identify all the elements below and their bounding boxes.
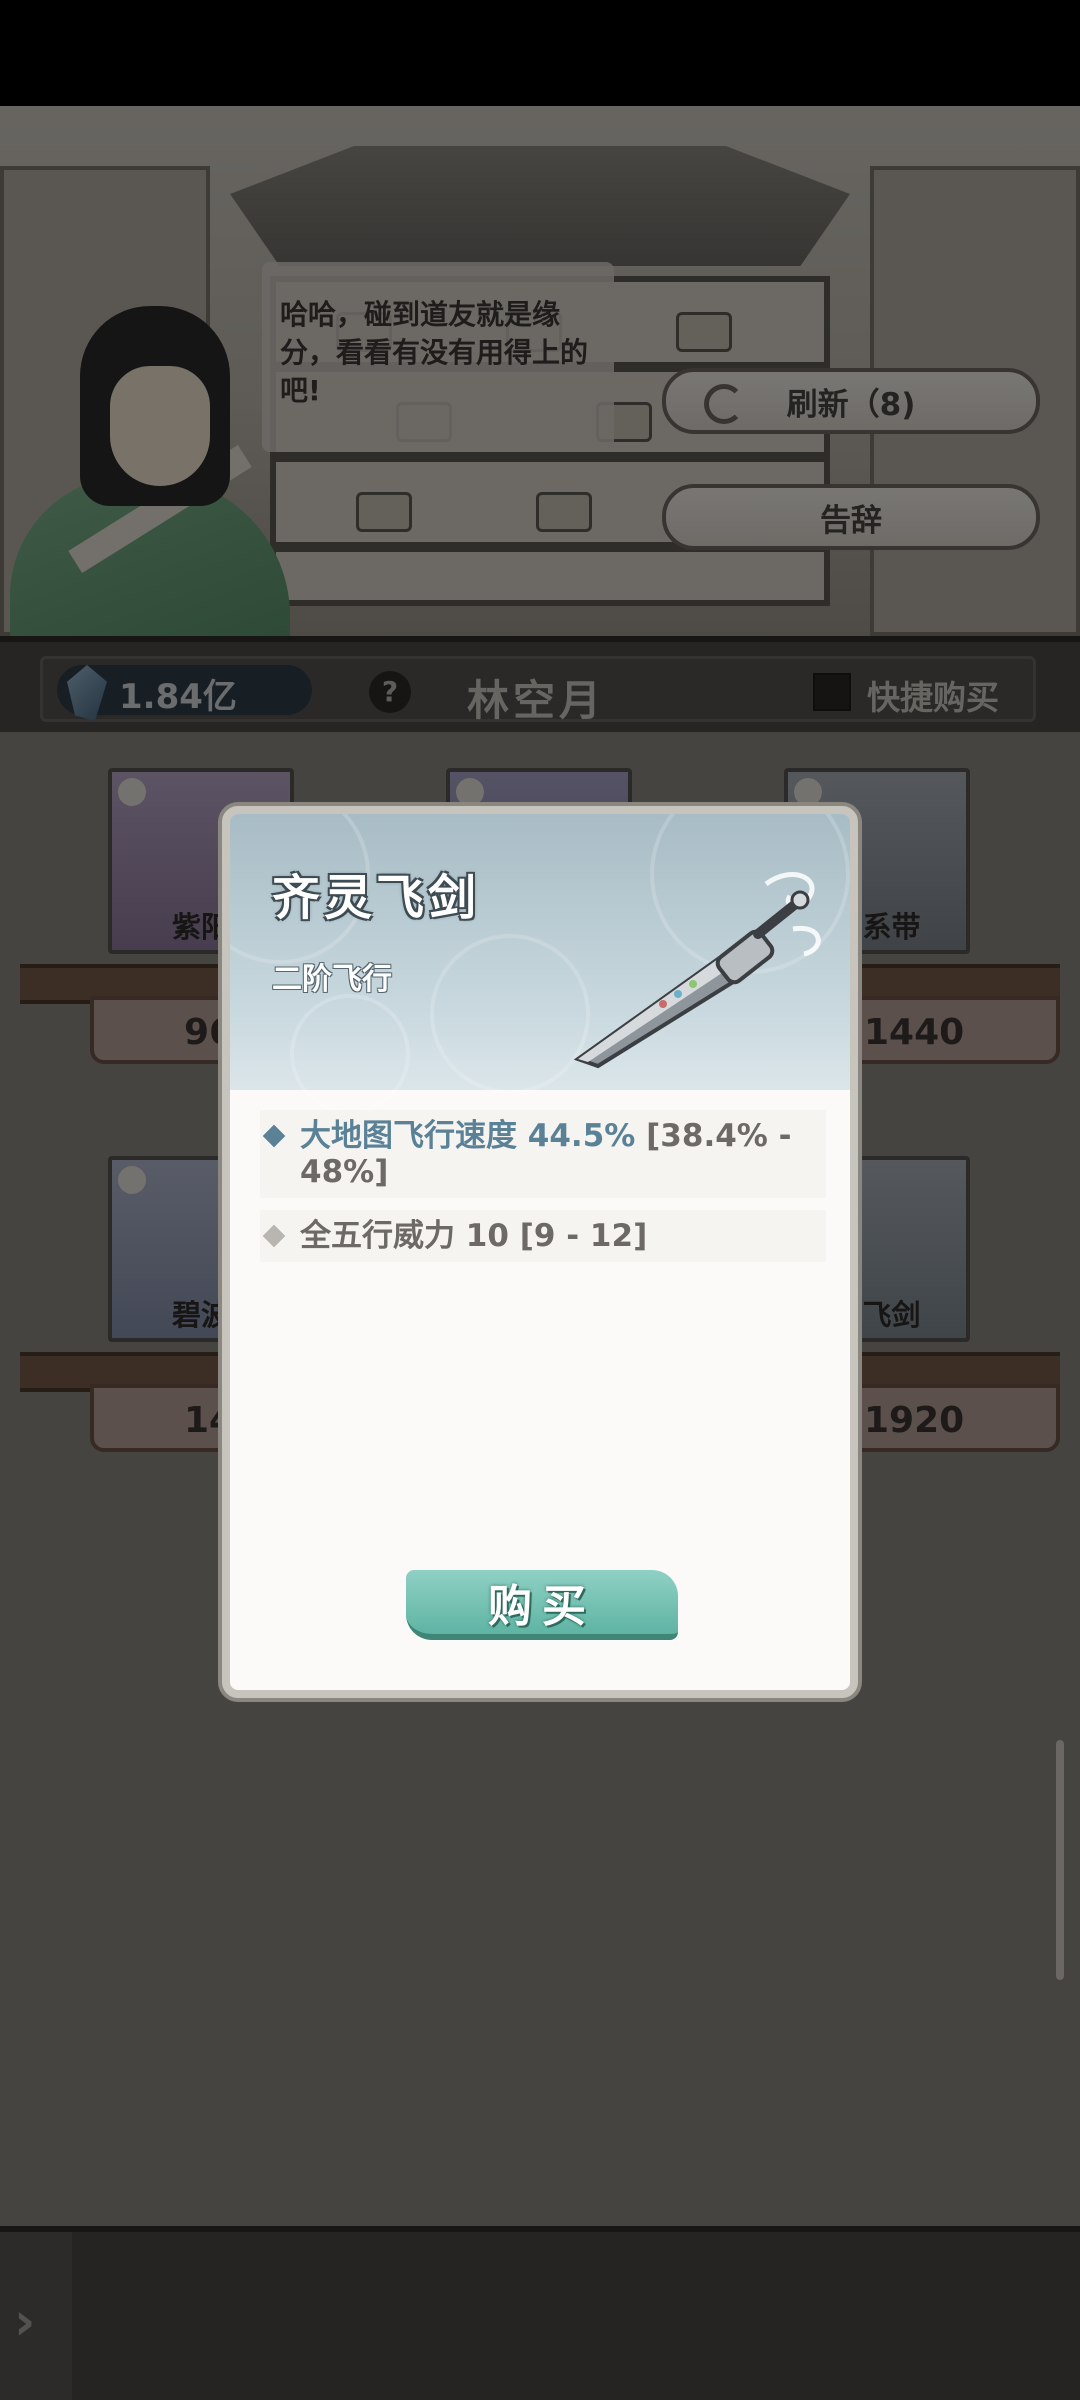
diamond-bullet-icon bbox=[262, 1224, 286, 1248]
buy-button[interactable]: 购买 bbox=[406, 1570, 678, 1640]
item-detail-dialog: 齐灵飞剑 二阶飞行 大地图飞行速度 44.5% [38.4% - 48%] 全五… bbox=[222, 806, 858, 1698]
attribute-row: 全五行威力 10 [9 - 12] bbox=[260, 1210, 826, 1262]
item-tier: 二阶飞行 bbox=[272, 962, 392, 997]
attribute-range: [9 - 12] bbox=[519, 1218, 648, 1254]
diamond-bullet-icon bbox=[262, 1124, 286, 1148]
flying-sword-icon bbox=[573, 872, 821, 1069]
item-name: 齐灵飞剑 bbox=[272, 870, 481, 926]
attribute-row: 大地图飞行速度 44.5% [38.4% - 48%] bbox=[260, 1110, 826, 1198]
attribute-value: 全五行威力 10 bbox=[300, 1218, 509, 1254]
dialog-header: 齐灵飞剑 二阶飞行 bbox=[230, 814, 850, 1114]
attribute-list: 大地图飞行速度 44.5% [38.4% - 48%] 全五行威力 10 [9 … bbox=[260, 1110, 826, 1274]
attribute-value: 大地图飞行速度 44.5% bbox=[300, 1118, 636, 1154]
scrollbar[interactable] bbox=[1056, 1740, 1064, 1980]
